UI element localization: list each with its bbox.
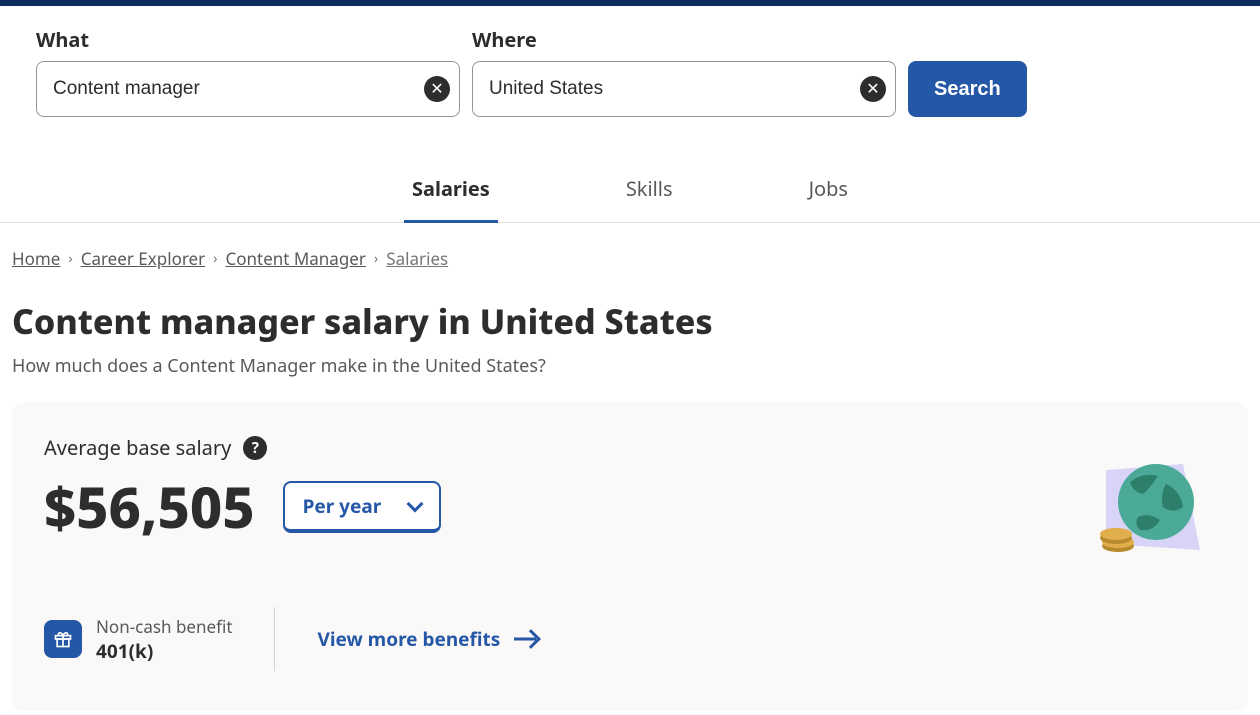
- close-icon: ✕: [866, 79, 879, 99]
- benefit-text: Non-cash benefit 401(k): [96, 615, 232, 664]
- globe-coins-illustration: [1088, 452, 1208, 567]
- tab-jobs[interactable]: Jobs: [801, 165, 856, 222]
- where-input[interactable]: [472, 61, 896, 117]
- what-field-group: What ✕: [36, 26, 460, 117]
- where-input-wrap: ✕: [472, 61, 896, 117]
- view-more-label: View more benefits: [317, 626, 500, 652]
- page-subtitle: How much does a Content Manager make in …: [12, 354, 1248, 378]
- view-more-benefits-link[interactable]: View more benefits: [317, 626, 538, 652]
- search-button[interactable]: Search: [908, 61, 1027, 117]
- avg-salary-label: Average base salary: [44, 434, 231, 461]
- tab-salaries[interactable]: Salaries: [404, 165, 498, 223]
- clear-where-button[interactable]: ✕: [860, 76, 886, 102]
- breadcrumb-home[interactable]: Home: [12, 247, 60, 270]
- close-icon: ✕: [430, 79, 443, 99]
- tabs: Salaries Skills Jobs: [0, 165, 1260, 223]
- what-label: What: [36, 26, 460, 53]
- breadcrumb-current: Salaries: [386, 247, 448, 270]
- clear-what-button[interactable]: ✕: [424, 76, 450, 102]
- breadcrumb-career-explorer[interactable]: Career Explorer: [81, 247, 205, 270]
- arrow-right-icon: [514, 638, 538, 640]
- vertical-divider: [274, 607, 275, 671]
- salary-card: Average base salary ? $56,505 Per year: [12, 402, 1248, 711]
- content-area: Home › Career Explorer › Content Manager…: [0, 223, 1260, 711]
- avg-salary-row: Average base salary ?: [44, 434, 1216, 461]
- benefit-value: 401(k): [96, 638, 232, 664]
- search-area: What ✕ Where ✕ Search: [0, 6, 1260, 117]
- chevron-down-icon: [407, 496, 424, 513]
- benefit-block: Non-cash benefit 401(k): [44, 615, 232, 664]
- where-label: Where: [472, 26, 896, 53]
- chevron-right-icon: ›: [68, 249, 72, 268]
- salary-value: $56,505: [44, 469, 255, 545]
- what-input-wrap: ✕: [36, 61, 460, 117]
- period-selected-label: Per year: [303, 493, 382, 519]
- page-title: Content manager salary in United States: [12, 298, 1248, 344]
- period-select[interactable]: Per year: [283, 481, 442, 533]
- chevron-right-icon: ›: [213, 249, 217, 268]
- where-field-group: Where ✕: [472, 26, 896, 117]
- chevron-right-icon: ›: [374, 249, 378, 268]
- help-icon[interactable]: ?: [243, 436, 267, 460]
- tab-skills[interactable]: Skills: [618, 165, 681, 222]
- gift-icon: [44, 620, 82, 658]
- breadcrumb-content-manager[interactable]: Content Manager: [226, 247, 366, 270]
- benefits-row: Non-cash benefit 401(k) View more benefi…: [44, 607, 1216, 671]
- breadcrumb: Home › Career Explorer › Content Manager…: [12, 247, 1248, 270]
- salary-value-row: $56,505 Per year: [44, 469, 1216, 545]
- benefit-label: Non-cash benefit: [96, 615, 232, 638]
- what-input[interactable]: [36, 61, 460, 117]
